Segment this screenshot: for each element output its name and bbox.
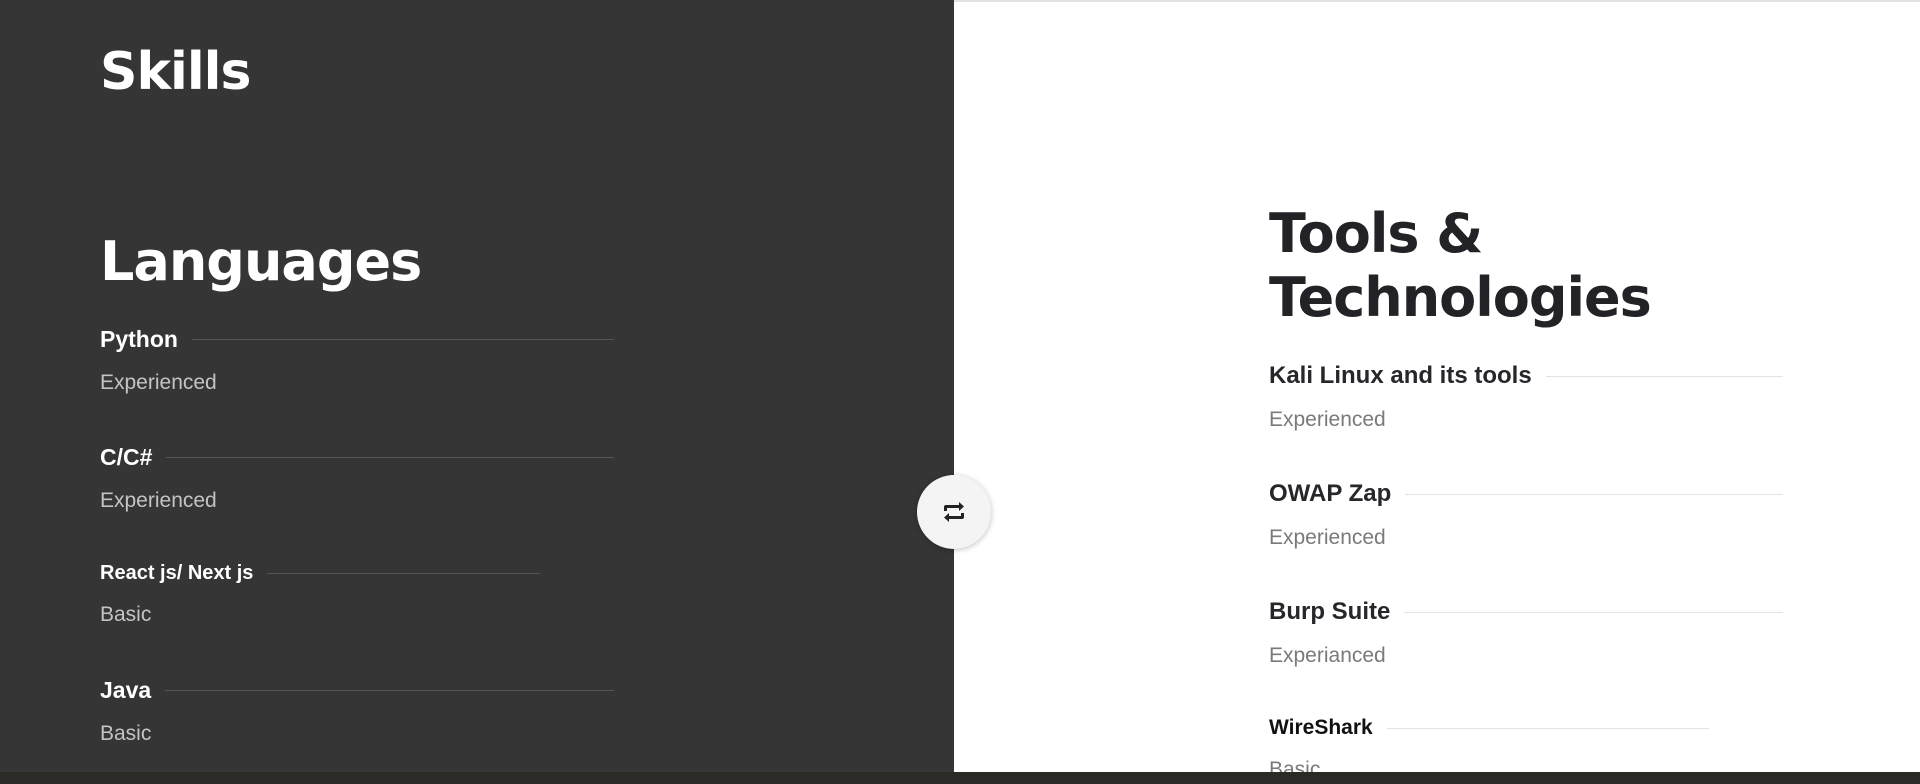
skill-item-owap-zap: OWAP Zap Experienced [1269, 480, 1783, 550]
skill-header: C/C# [100, 444, 614, 471]
tools-heading-line-1: Tools & [1269, 202, 1483, 265]
skill-header: Python [100, 326, 614, 353]
skill-divider [166, 457, 614, 458]
skill-divider [1405, 493, 1783, 495]
skill-level: Experianced [1269, 644, 1386, 667]
skill-name: OWAP Zap [1269, 480, 1392, 507]
skill-item-burp-suite: Burp Suite Experianced [1269, 598, 1783, 668]
skill-item-java: Java Basic [100, 677, 614, 746]
skill-divider [1545, 375, 1783, 377]
skill-level: Basic [100, 603, 152, 626]
skill-level: Experienced [1269, 526, 1386, 549]
skill-name: Java [100, 677, 152, 703]
skill-name: C/C# [100, 444, 153, 470]
toggle-panels-button[interactable] [917, 475, 991, 549]
skill-level: Experienced [100, 489, 217, 512]
skill-name: Python [100, 326, 178, 352]
languages-panel: Skills Languages Python Experienced C/C#… [0, 0, 954, 772]
skill-header: Java [100, 677, 614, 704]
skill-level: Experienced [1269, 408, 1386, 431]
skill-item-react-next: React js/ Next js Basic [100, 562, 540, 627]
page: Skills Languages Python Experienced C/C#… [0, 0, 1920, 784]
tools-heading-line-2: Technologies [1269, 266, 1652, 329]
skill-divider [191, 339, 614, 340]
skill-divider [165, 690, 614, 691]
skill-level: Basic [1269, 758, 1321, 772]
swap-arrows-icon [941, 501, 967, 523]
skill-divider [267, 573, 540, 574]
skill-level: Experienced [100, 371, 217, 394]
skill-item-wireshark: WireShark Basic [1269, 716, 1709, 772]
skill-header: OWAP Zap [1269, 480, 1783, 508]
section-title: Skills [100, 42, 251, 102]
skill-name: WireShark [1269, 716, 1373, 739]
skill-header: React js/ Next js [100, 562, 540, 585]
skill-header: Kali Linux and its tools [1269, 362, 1783, 390]
tools-heading: Tools & Technologies [1269, 202, 1652, 330]
skill-item-kali-linux: Kali Linux and its tools Experienced [1269, 362, 1783, 432]
skill-name: Kali Linux and its tools [1269, 362, 1532, 389]
skill-name: Burp Suite [1269, 598, 1391, 625]
skill-divider [1404, 611, 1783, 613]
skill-level: Basic [100, 722, 152, 745]
languages-heading: Languages [100, 230, 422, 293]
skill-header: WireShark [1269, 716, 1709, 740]
bottom-bar [0, 772, 1920, 784]
skill-item-c-csharp: C/C# Experienced [100, 444, 614, 513]
skill-item-python: Python Experienced [100, 326, 614, 395]
tools-panel: Tools & Technologies Kali Linux and its … [954, 0, 1920, 772]
skill-name: React js/ Next js [100, 562, 254, 584]
skill-divider [1386, 727, 1709, 729]
skill-header: Burp Suite [1269, 598, 1783, 626]
